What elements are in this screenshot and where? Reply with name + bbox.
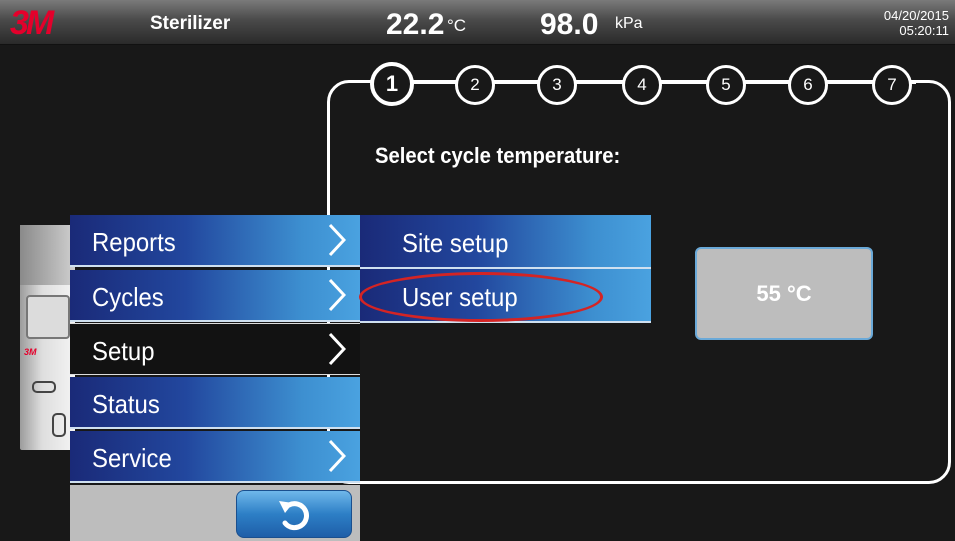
menu-item-label: Reports (92, 227, 176, 257)
date-text: 04/20/2015 (883, 8, 949, 23)
temperature-option-button[interactable]: 55 °C (695, 247, 873, 340)
back-arrow-icon (279, 501, 309, 531)
device-handle (52, 413, 66, 437)
sterilizer-device-illustration: 3M (20, 225, 75, 450)
wizard-prompt: Select cycle temperature: (375, 143, 621, 168)
device-top (20, 225, 75, 285)
menu-item-label: Service (92, 443, 172, 473)
wizard-step-3: 3 (537, 65, 577, 105)
menu-item-status[interactable]: Status (70, 377, 360, 429)
menu-footer (70, 485, 360, 541)
wizard-step-5: 5 (706, 65, 746, 105)
status-header: 3M Sterilizer 22.2 °C 98.0 kPa 04/20/201… (0, 0, 955, 45)
chevron-right-icon (328, 223, 346, 257)
device-slot (32, 381, 56, 393)
menu-item-label: Cycles (92, 282, 164, 312)
submenu-item-label: Site setup (402, 228, 509, 258)
chevron-right-icon (328, 439, 346, 473)
menu-item-reports[interactable]: Reports (70, 215, 360, 267)
device-panel (26, 295, 70, 339)
menu-item-label: Status (92, 389, 160, 419)
wizard-step-1: 1 (370, 62, 414, 106)
pressure-unit: kPa (615, 15, 643, 32)
temperature-value: 22.2 (386, 8, 445, 41)
wizard-step-7: 7 (872, 65, 912, 105)
time-text: 05:20:11 (899, 23, 949, 38)
menu-item-cycles[interactable]: Cycles (70, 270, 360, 322)
temperature-unit: °C (447, 16, 467, 35)
pressure-value: 98.0 (540, 8, 599, 41)
device-logo: 3M (24, 347, 37, 357)
wizard-step-4: 4 (622, 65, 662, 105)
wizard-step-2: 2 (455, 65, 495, 105)
back-button[interactable] (236, 490, 352, 538)
chevron-right-icon (328, 332, 346, 366)
highlight-annotation-oval (359, 272, 603, 322)
chevron-right-icon (328, 278, 346, 312)
wizard-step-6: 6 (788, 65, 828, 105)
menu-item-label: Setup (92, 336, 155, 366)
datetime-display: 04/20/2015 05:20:11 (884, 8, 949, 38)
menu-item-setup[interactable]: Setup (70, 323, 360, 375)
device-title: Sterilizer (150, 13, 231, 34)
submenu-item-site-setup[interactable]: Site setup (360, 215, 651, 269)
sterilizer-screen: 3M Sterilizer 22.2 °C 98.0 kPa 04/20/201… (0, 0, 955, 541)
brand-logo: 3M (10, 4, 54, 42)
menu-item-service[interactable]: Service (70, 431, 360, 483)
